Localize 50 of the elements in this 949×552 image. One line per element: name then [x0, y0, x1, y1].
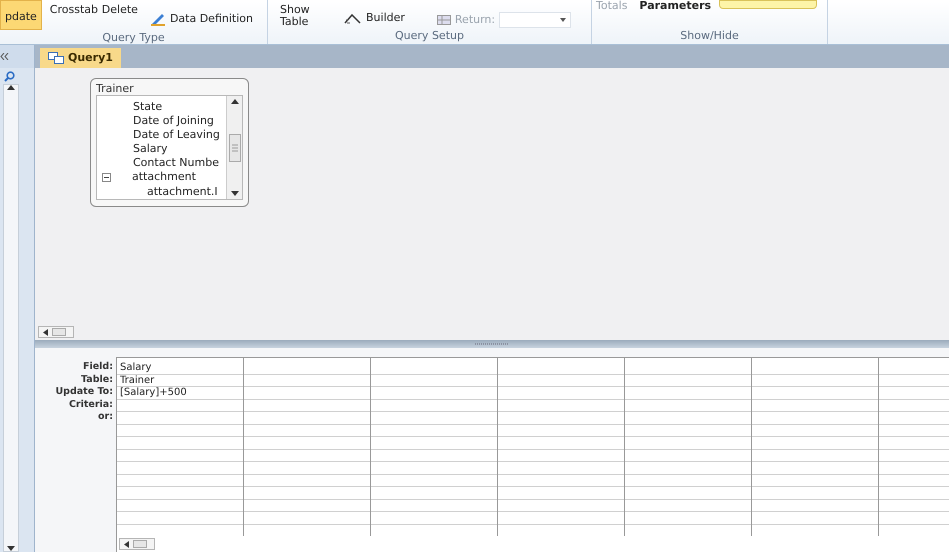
ribbon-button[interactable]: pdate — [0, 0, 42, 30]
grid-cell[interactable]: Salary — [117, 362, 243, 374]
pencil-icon — [150, 12, 166, 26]
return-label: Return: — [454, 14, 496, 26]
scrollbar[interactable] — [3, 84, 19, 552]
arrow-up-icon — [7, 85, 15, 90]
wand-icon — [344, 12, 362, 24]
caret-icon — [560, 18, 566, 22]
row-label: or: — [98, 411, 113, 424]
ribbon-button[interactable]: Parameters — [635, 0, 716, 12]
field-item[interactable]: Contact Numbe — [97, 154, 219, 172]
arrow-down-icon — [230, 191, 238, 196]
grid-cell[interactable]: Trainer — [117, 374, 243, 387]
scroll-thumb-icon — [52, 328, 66, 336]
field-list-title: Trainer — [96, 81, 135, 95]
row-label: Table: — [81, 374, 113, 386]
document-tab[interactable]: Query1 — [40, 48, 121, 68]
group-label: Show/Hide — [679, 28, 740, 44]
expand-toggle[interactable] — [102, 172, 111, 182]
field-item[interactable]: attachment — [132, 168, 196, 186]
group-label: Query Type — [101, 30, 166, 46]
field-item[interactable]: Salary — [97, 140, 168, 158]
shutter-button[interactable] — [0, 45, 34, 68]
field-item[interactable]: attachment.I — [147, 185, 218, 198]
arrow-left-icon — [43, 328, 48, 336]
row-label: Update To: — [55, 386, 113, 398]
field-item[interactable]: Date of Leaving — [97, 126, 220, 144]
field-item[interactable]: Date of Joining — [97, 112, 214, 130]
arrow-up-icon — [230, 99, 238, 104]
double-chevron-icon — [0, 53, 9, 60]
arrow-down-icon — [7, 546, 15, 551]
grid-icon — [436, 15, 451, 25]
scroll-thumb-icon — [228, 134, 240, 162]
scroll-thumb-icon — [133, 540, 147, 548]
grid-cell[interactable]: [Salary]+500 — [117, 387, 243, 400]
minus-icon — [104, 176, 109, 178]
horizontal-scrollbar[interactable] — [119, 538, 155, 550]
query-icon — [48, 52, 64, 64]
horizontal-scrollbar[interactable] — [38, 326, 74, 338]
scrollbar[interactable] — [226, 96, 242, 199]
arrow-left-icon — [124, 540, 129, 548]
field-item[interactable]: State — [97, 98, 162, 116]
row-label: Field: — [82, 361, 113, 374]
group-label: Query Setup — [394, 28, 465, 44]
search-icon — [4, 70, 15, 82]
ribbon-button[interactable]: Builder — [340, 12, 409, 24]
ribbon-button[interactable]: Delete — [98, 0, 142, 16]
ribbon-button[interactable]: Show Table — [276, 0, 324, 28]
ribbon-button[interactable]: Data Definition — [146, 12, 257, 26]
row-label: Criteria: — [68, 398, 113, 411]
